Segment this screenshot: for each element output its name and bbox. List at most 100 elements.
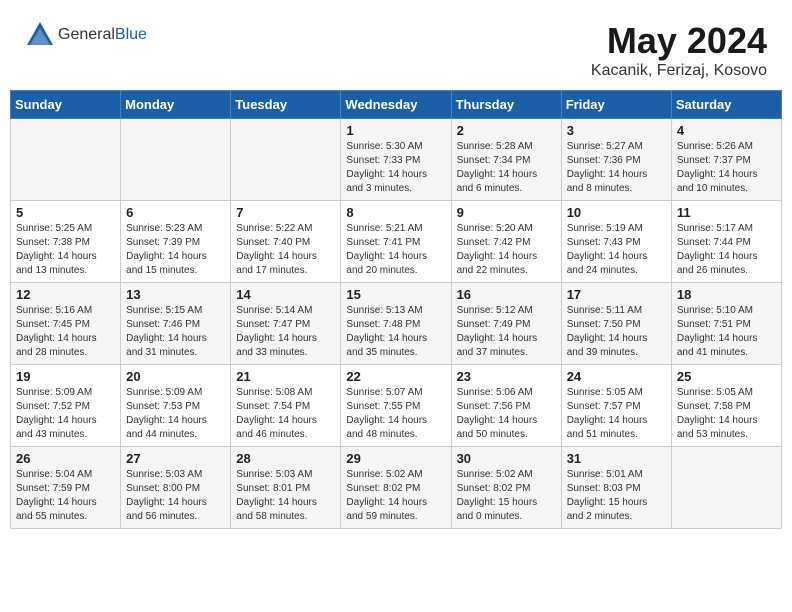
day-number: 9 [457, 205, 556, 220]
empty-cell [121, 119, 231, 201]
day-cell-13: 13 Sunrise: 5:15 AM Sunset: 7:46 PM Dayli… [121, 283, 231, 365]
day-cell-14: 14 Sunrise: 5:14 AM Sunset: 7:47 PM Dayli… [231, 283, 341, 365]
day-cell-3: 3Sunrise: 5:27 AM Sunset: 7:36 PM Daylig… [561, 119, 671, 201]
day-cell-28: 28 Sunrise: 5:03 AM Sunset: 8:01 PM Dayli… [231, 447, 341, 529]
day-number: 28 [236, 451, 335, 466]
day-content: Sunrise: 5:28 AM Sunset: 7:34 PM Dayligh… [457, 140, 556, 196]
weekday-header-sunday: Sunday [11, 91, 121, 119]
day-content: Sunrise: 5:01 AM Sunset: 8:03 PM Dayligh… [567, 468, 666, 524]
day-number: 26 [16, 451, 115, 466]
day-content: Sunrise: 5:03 AM Sunset: 8:00 PM Dayligh… [126, 468, 225, 524]
day-cell-10: 10Sunrise: 5:19 AM Sunset: 7:43 PM Dayli… [561, 201, 671, 283]
day-cell-2: 2 Sunrise: 5:28 AM Sunset: 7:34 PM Daylig… [451, 119, 561, 201]
weekday-header-tuesday: Tuesday [231, 91, 341, 119]
week-row-4: 19Sunrise: 5:09 AM Sunset: 7:52 PM Dayli… [11, 365, 782, 447]
day-cell-24: 24 Sunrise: 5:05 AM Sunset: 7:57 PM Dayli… [561, 365, 671, 447]
day-number: 27 [126, 451, 225, 466]
day-number: 29 [346, 451, 445, 466]
day-number: 30 [457, 451, 556, 466]
day-content: Sunrise: 5:09 AM Sunset: 7:53 PM Dayligh… [126, 386, 225, 442]
day-content: Sunrise: 5:21 AM Sunset: 7:41 PM Dayligh… [346, 222, 445, 278]
day-content: Sunrise: 5:14 AM Sunset: 7:47 PM Dayligh… [236, 304, 335, 360]
day-number: 12 [16, 287, 115, 302]
empty-cell [11, 119, 121, 201]
day-content: Sunrise: 5:04 AM Sunset: 7:59 PM Dayligh… [16, 468, 115, 524]
day-cell-22: 22Sunrise: 5:07 AM Sunset: 7:55 PM Dayli… [341, 365, 451, 447]
day-content: Sunrise: 5:20 AM Sunset: 7:42 PM Dayligh… [457, 222, 556, 278]
page-header: GeneralBlue May 2024 Kacanik, Ferizaj, K… [10, 10, 782, 85]
day-number: 7 [236, 205, 335, 220]
logo: GeneralBlue [25, 20, 147, 50]
day-number: 13 [126, 287, 225, 302]
day-content: Sunrise: 5:25 AM Sunset: 7:38 PM Dayligh… [16, 222, 115, 278]
weekday-header-thursday: Thursday [451, 91, 561, 119]
day-cell-23: 23Sunrise: 5:06 AM Sunset: 7:56 PM Dayli… [451, 365, 561, 447]
weekday-header-monday: Monday [121, 91, 231, 119]
day-number: 17 [567, 287, 666, 302]
day-cell-9: 9 Sunrise: 5:20 AM Sunset: 7:42 PM Daylig… [451, 201, 561, 283]
day-content: Sunrise: 5:13 AM Sunset: 7:48 PM Dayligh… [346, 304, 445, 360]
day-cell-27: 27 Sunrise: 5:03 AM Sunset: 8:00 PM Dayli… [121, 447, 231, 529]
week-row-1: 1Sunrise: 5:30 AM Sunset: 7:33 PM Daylig… [11, 119, 782, 201]
day-content: Sunrise: 5:15 AM Sunset: 7:46 PM Dayligh… [126, 304, 225, 360]
day-number: 1 [346, 123, 445, 138]
day-cell-25: 25 Sunrise: 5:05 AM Sunset: 7:58 PM Dayli… [671, 365, 781, 447]
day-content: Sunrise: 5:09 AM Sunset: 7:52 PM Dayligh… [16, 386, 115, 442]
day-number: 20 [126, 369, 225, 384]
day-number: 10 [567, 205, 666, 220]
day-cell-7: 7 Sunrise: 5:22 AM Sunset: 7:40 PM Daylig… [231, 201, 341, 283]
day-cell-21: 21 Sunrise: 5:08 AM Sunset: 7:54 PM Dayli… [231, 365, 341, 447]
day-content: Sunrise: 5:22 AM Sunset: 7:40 PM Dayligh… [236, 222, 335, 278]
month-title: May 2024 [591, 20, 767, 62]
day-content: Sunrise: 5:26 AM Sunset: 7:37 PM Dayligh… [677, 140, 776, 196]
logo-general-text: General [58, 26, 115, 43]
day-cell-1: 1Sunrise: 5:30 AM Sunset: 7:33 PM Daylig… [341, 119, 451, 201]
day-cell-18: 18 Sunrise: 5:10 AM Sunset: 7:51 PM Dayli… [671, 283, 781, 365]
day-number: 23 [457, 369, 556, 384]
day-number: 5 [16, 205, 115, 220]
day-cell-4: 4 Sunrise: 5:26 AM Sunset: 7:37 PM Daylig… [671, 119, 781, 201]
empty-cell [231, 119, 341, 201]
day-cell-11: 11Sunrise: 5:17 AM Sunset: 7:44 PM Dayli… [671, 201, 781, 283]
day-cell-12: 12Sunrise: 5:16 AM Sunset: 7:45 PM Dayli… [11, 283, 121, 365]
day-cell-5: 5 Sunrise: 5:25 AM Sunset: 7:38 PM Daylig… [11, 201, 121, 283]
empty-cell [671, 447, 781, 529]
day-cell-30: 30 Sunrise: 5:02 AM Sunset: 8:02 PM Dayli… [451, 447, 561, 529]
day-cell-19: 19Sunrise: 5:09 AM Sunset: 7:52 PM Dayli… [11, 365, 121, 447]
day-number: 25 [677, 369, 776, 384]
day-content: Sunrise: 5:10 AM Sunset: 7:51 PM Dayligh… [677, 304, 776, 360]
day-content: Sunrise: 5:08 AM Sunset: 7:54 PM Dayligh… [236, 386, 335, 442]
day-number: 14 [236, 287, 335, 302]
day-number: 15 [346, 287, 445, 302]
day-content: Sunrise: 5:12 AM Sunset: 7:49 PM Dayligh… [457, 304, 556, 360]
day-number: 21 [236, 369, 335, 384]
day-number: 22 [346, 369, 445, 384]
day-number: 31 [567, 451, 666, 466]
day-content: Sunrise: 5:27 AM Sunset: 7:36 PM Dayligh… [567, 140, 666, 196]
day-content: Sunrise: 5:11 AM Sunset: 7:50 PM Dayligh… [567, 304, 666, 360]
weekday-header-wednesday: Wednesday [341, 91, 451, 119]
calendar-table: SundayMondayTuesdayWednesdayThursdayFrid… [10, 90, 782, 529]
day-content: Sunrise: 5:05 AM Sunset: 7:58 PM Dayligh… [677, 386, 776, 442]
day-content: Sunrise: 5:03 AM Sunset: 8:01 PM Dayligh… [236, 468, 335, 524]
day-number: 24 [567, 369, 666, 384]
day-number: 4 [677, 123, 776, 138]
day-number: 18 [677, 287, 776, 302]
weekday-header-row: SundayMondayTuesdayWednesdayThursdayFrid… [11, 91, 782, 119]
day-cell-20: 20 Sunrise: 5:09 AM Sunset: 7:53 PM Dayli… [121, 365, 231, 447]
day-cell-6: 6 Sunrise: 5:23 AM Sunset: 7:39 PM Daylig… [121, 201, 231, 283]
day-content: Sunrise: 5:02 AM Sunset: 8:02 PM Dayligh… [457, 468, 556, 524]
day-number: 2 [457, 123, 556, 138]
day-number: 6 [126, 205, 225, 220]
location: Kacanik, Ferizaj, Kosovo [591, 62, 767, 80]
title-block: May 2024 Kacanik, Ferizaj, Kosovo [591, 20, 767, 80]
day-number: 11 [677, 205, 776, 220]
day-number: 8 [346, 205, 445, 220]
day-content: Sunrise: 5:02 AM Sunset: 8:02 PM Dayligh… [346, 468, 445, 524]
day-number: 16 [457, 287, 556, 302]
day-cell-15: 15 Sunrise: 5:13 AM Sunset: 7:48 PM Dayli… [341, 283, 451, 365]
week-row-5: 26 Sunrise: 5:04 AM Sunset: 7:59 PM Dayli… [11, 447, 782, 529]
logo-icon [25, 20, 55, 50]
day-content: Sunrise: 5:05 AM Sunset: 7:57 PM Dayligh… [567, 386, 666, 442]
day-content: Sunrise: 5:23 AM Sunset: 7:39 PM Dayligh… [126, 222, 225, 278]
